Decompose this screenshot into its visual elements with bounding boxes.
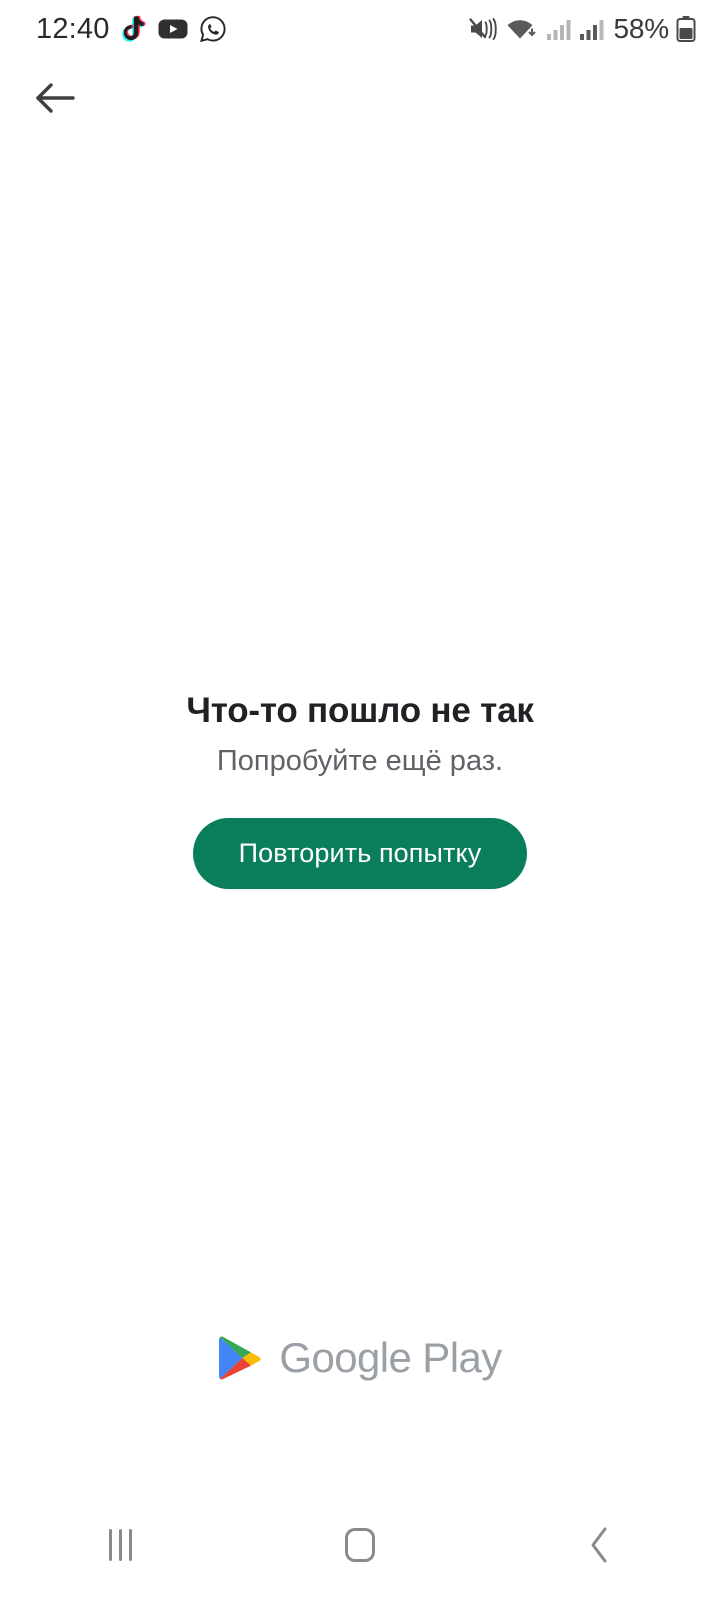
back-button[interactable]: [24, 66, 88, 130]
arrow-left-icon: [36, 83, 75, 113]
home-icon: [345, 1528, 375, 1562]
wifi-icon: [507, 20, 536, 39]
google-play-wordmark: Google Play: [279, 1334, 502, 1381]
app-bar: [0, 58, 720, 144]
nav-recents-button[interactable]: [60, 1490, 180, 1600]
retry-button-wrapper: Повторить попытку: [0, 818, 720, 889]
whatsapp-icon: [199, 16, 226, 43]
main-content: Что-то пошло не так Попробуйте ещё раз. …: [0, 144, 720, 1460]
error-message-block: Что-то пошло не так Попробуйте ещё раз.: [0, 689, 720, 781]
signal-bars-icon: [546, 20, 571, 40]
status-bar: 12:40 58%: [0, 0, 720, 58]
tiktok-icon: [121, 15, 145, 42]
back-icon: [591, 1527, 607, 1563]
mute-vibrate-icon: [468, 18, 497, 40]
status-bar-right: 58%: [468, 13, 696, 45]
battery-percent: 58%: [613, 13, 670, 44]
error-subtitle: Попробуйте ещё раз.: [216, 745, 504, 777]
signal-bars-2-icon: [579, 20, 604, 40]
google-play-branding: Google Play: [0, 1334, 720, 1382]
nav-back-button[interactable]: [540, 1490, 660, 1600]
nav-home-button[interactable]: [300, 1490, 420, 1600]
battery-icon: [676, 16, 696, 42]
recents-icon: [108, 1529, 132, 1561]
youtube-icon: [158, 19, 188, 39]
google-play-triangle-icon: [219, 1336, 262, 1380]
status-bar-left: 12:40: [36, 13, 227, 46]
system-navigation-bar: [0, 1490, 720, 1600]
retry-button[interactable]: Повторить попытку: [192, 818, 528, 889]
status-clock: 12:40: [36, 12, 110, 45]
error-title: Что-то пошло не так: [186, 691, 534, 730]
